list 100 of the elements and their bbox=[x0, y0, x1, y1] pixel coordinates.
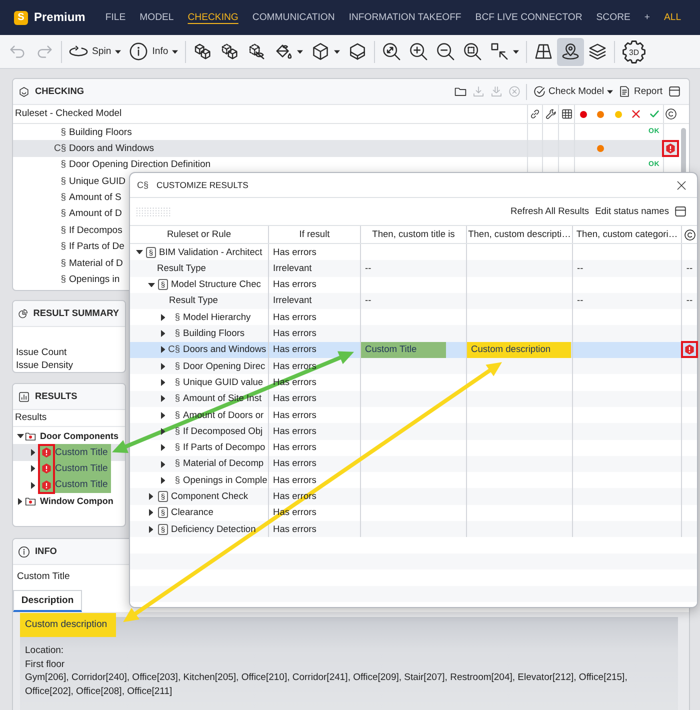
rule-name: Openings in bbox=[69, 274, 120, 286]
custom-description-value: Custom description bbox=[467, 342, 571, 358]
download-icon bbox=[472, 85, 485, 98]
caret-icon[interactable] bbox=[334, 50, 340, 54]
rule-name: Amount of S bbox=[69, 192, 122, 204]
caret-right-icon[interactable] bbox=[160, 362, 166, 370]
caret-right-icon[interactable] bbox=[30, 465, 36, 472]
window-icon bbox=[668, 85, 680, 98]
tree-row[interactable]: § Material of Decomp Has errors bbox=[130, 456, 697, 472]
menu-tab[interactable]: BCF LIVE CONNECTOR bbox=[475, 12, 582, 24]
toolbar-button[interactable]: Refresh All Results bbox=[508, 206, 592, 218]
menu-tab[interactable]: INFORMATION TAKEOFF bbox=[348, 12, 462, 24]
rule-symbol: § bbox=[174, 474, 180, 486]
caret-right-icon[interactable] bbox=[18, 498, 22, 505]
menu-tab[interactable]: MODEL bbox=[140, 12, 174, 24]
result-row[interactable]: Window Compon bbox=[13, 493, 125, 510]
hexagon-icon bbox=[18, 86, 30, 98]
rule-symbol: § bbox=[60, 274, 66, 286]
caret-right-icon[interactable] bbox=[148, 509, 154, 516]
tab[interactable]: Description bbox=[13, 590, 82, 612]
tree-row[interactable]: § Building Floors Has errors bbox=[130, 325, 697, 342]
cube-icon bbox=[311, 42, 330, 61]
panel-title: RESULT SUMMARY bbox=[33, 308, 119, 320]
caret-right-icon[interactable] bbox=[160, 346, 166, 354]
rule-symbol: § bbox=[60, 192, 66, 204]
if-result-value: Has errors bbox=[273, 393, 316, 404]
result-row[interactable]: Door Components bbox=[13, 428, 125, 444]
location-pin-icon bbox=[561, 42, 580, 61]
caret-icon[interactable] bbox=[172, 50, 178, 54]
caret-right-icon[interactable] bbox=[160, 330, 166, 338]
caret-right-icon[interactable] bbox=[30, 448, 36, 456]
tree-row[interactable]: § If Decomposed Obj Has errors bbox=[130, 423, 697, 440]
circled-c-icon bbox=[664, 108, 677, 120]
tree-row[interactable]: § If Parts of Decompo Has errors bbox=[130, 440, 697, 456]
rule-symbol: § bbox=[174, 328, 180, 340]
info-title: Custom Title bbox=[16, 570, 71, 582]
caret-right-icon[interactable] bbox=[148, 526, 154, 533]
caret-down-icon[interactable] bbox=[136, 250, 142, 254]
rule-name: If Parts of Decompo bbox=[183, 442, 266, 454]
caret-icon[interactable] bbox=[115, 50, 122, 54]
caret-right-icon[interactable] bbox=[160, 395, 166, 402]
rule-name: Unique GUID bbox=[69, 176, 126, 188]
caret-right-icon[interactable] bbox=[160, 476, 166, 484]
rule-name: Doors and Windows bbox=[69, 142, 154, 154]
caret-right-icon[interactable] bbox=[160, 444, 166, 452]
spin-button[interactable]: Spin bbox=[65, 38, 126, 66]
caret-right-icon[interactable] bbox=[148, 493, 154, 500]
caret-icon[interactable] bbox=[513, 50, 520, 54]
caret-right-icon[interactable] bbox=[160, 412, 166, 419]
rule-name: Model Structure Chec bbox=[171, 279, 261, 290]
if-result-value: Has errors bbox=[273, 312, 316, 323]
tree-row[interactable]: Result Type Irrelevant -- -- -- bbox=[130, 292, 697, 310]
panel-title: INFO bbox=[35, 546, 57, 558]
check-model-button[interactable]: Check Model bbox=[530, 80, 616, 102]
pie-chart-icon bbox=[18, 308, 28, 320]
folder-icon bbox=[25, 496, 36, 507]
tree-row[interactable]: Result Type Irrelevant -- -- -- bbox=[130, 260, 697, 277]
dialog-title: CUSTOMIZE RESULTS bbox=[156, 180, 248, 190]
info-icon bbox=[129, 42, 148, 61]
menu-tab[interactable]: CHECKING bbox=[188, 12, 238, 24]
check-circle-icon bbox=[532, 85, 546, 98]
menu-tab[interactable]: COMMUNICATION bbox=[252, 12, 335, 24]
caret-right-icon[interactable] bbox=[160, 379, 166, 386]
app-title: Premium bbox=[34, 10, 86, 25]
toolbar-button[interactable]: Edit status names bbox=[592, 206, 672, 218]
column-header: Ruleset or Rule bbox=[130, 226, 269, 243]
folder-icon bbox=[454, 85, 467, 98]
report-button[interactable]: Report bbox=[615, 80, 665, 102]
tree-row[interactable]: § Openings in Comple Has errors bbox=[130, 472, 697, 488]
custom-category-value: -- bbox=[577, 262, 584, 274]
caret-down-icon[interactable] bbox=[16, 434, 24, 438]
menu-tab[interactable]: SCORE bbox=[596, 12, 630, 24]
tree-row[interactable]: § Model Hierarchy Has errors bbox=[130, 309, 697, 326]
caret-right-icon[interactable] bbox=[30, 482, 36, 489]
issue-title: Custom Title bbox=[55, 446, 108, 458]
scrollbar-thumb[interactable] bbox=[680, 128, 686, 174]
if-result-value: Has errors bbox=[273, 458, 316, 470]
tree-row[interactable]: C§ Doors and Windows Has errors Custom Title Custom description bbox=[130, 342, 697, 358]
caret-icon[interactable] bbox=[606, 90, 613, 94]
location-pin-button[interactable] bbox=[557, 38, 584, 66]
result-row[interactable]: Custom Title bbox=[13, 444, 125, 461]
rule-row[interactable]: C§ Doors and Windows bbox=[13, 140, 678, 157]
info-button[interactable]: Info bbox=[125, 38, 182, 66]
rule-name: Material of D bbox=[69, 258, 123, 270]
rule-name: Door Opening Direction Definition bbox=[69, 159, 211, 171]
rule-symbol: § bbox=[60, 126, 66, 138]
menu-tab[interactable]: FILE bbox=[105, 12, 126, 24]
menu-tab[interactable]: ALL bbox=[664, 12, 682, 24]
column-header: Ruleset - Checked Model bbox=[14, 107, 123, 122]
caret-right-icon[interactable] bbox=[160, 314, 166, 321]
caret-icon[interactable] bbox=[297, 50, 304, 54]
rule-symbol: § bbox=[174, 458, 180, 470]
rule-symbol: § bbox=[174, 426, 180, 437]
caret-right-icon[interactable] bbox=[160, 460, 166, 468]
tree-row[interactable]: § Door Opening Direc Has errors bbox=[130, 358, 697, 374]
add-tab-button[interactable]: + bbox=[644, 12, 650, 24]
column-header: Then, custom descripti… bbox=[467, 226, 573, 243]
table-grid-icon bbox=[560, 108, 572, 120]
caret-right-icon[interactable] bbox=[160, 428, 166, 435]
caret-down-icon[interactable] bbox=[148, 282, 154, 287]
